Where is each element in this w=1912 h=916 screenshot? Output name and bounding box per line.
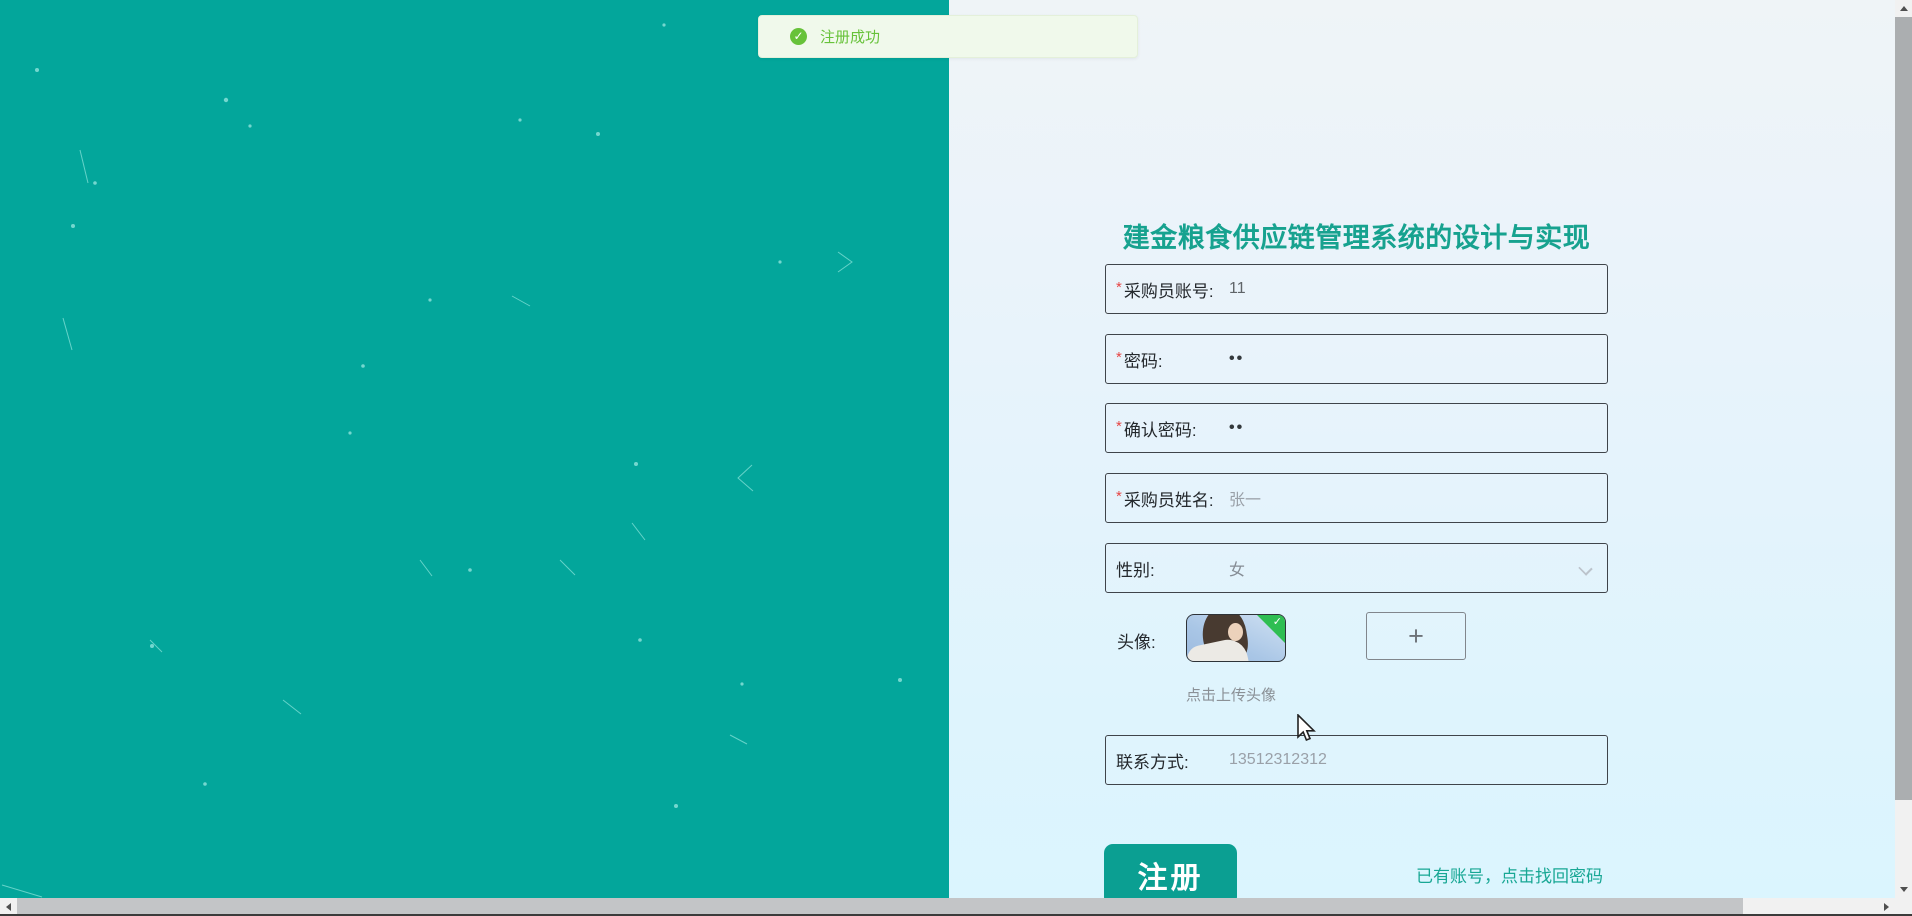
avatar-photo-face [1228, 623, 1243, 641]
success-check-icon: ✓ [790, 28, 807, 45]
field-gender-label: 性别: [1116, 560, 1155, 580]
scrollbar-corner [1895, 898, 1912, 915]
vertical-scrollbar[interactable] [1895, 0, 1912, 898]
field-name-value: 张一 [1229, 492, 1262, 509]
register-button[interactable]: 注册 [1104, 844, 1237, 906]
field-confirm-password-value: •• [1229, 419, 1245, 436]
plus-icon: + [1408, 620, 1424, 651]
scroll-up-button[interactable] [1895, 0, 1912, 17]
field-name[interactable]: * 采购员姓名: 张一 [1105, 473, 1608, 523]
required-marker: * [1116, 487, 1122, 505]
success-toast: ✓ 注册成功 [758, 15, 1138, 58]
field-confirm-password[interactable]: * 确认密码: •• [1105, 403, 1608, 453]
toast-message: 注册成功 [820, 29, 881, 46]
field-password[interactable]: * 密码: •• [1105, 334, 1608, 384]
required-marker: * [1116, 348, 1122, 366]
login-recover-link[interactable]: 已有账号，点击找回密码 [1416, 862, 1603, 887]
field-contact-label: 联系方式: [1116, 752, 1189, 772]
avatar-label: 头像: [1117, 633, 1156, 652]
upload-hint: 点击上传头像 [1186, 687, 1277, 704]
field-name-label: 采购员姓名: [1123, 490, 1214, 510]
page-title: 建金粮食供应链管理系统的设计与实现 [1122, 223, 1591, 253]
field-password-label: 密码: [1123, 351, 1163, 371]
scroll-down-button[interactable] [1895, 881, 1912, 898]
triangle-down-icon [1899, 887, 1908, 892]
scroll-left-button[interactable] [0, 898, 17, 915]
field-contact-value: 13512312312 [1229, 751, 1327, 768]
check-icon: ✓ [1272, 616, 1282, 628]
triangle-up-icon [1899, 6, 1908, 11]
particles-decoration [1, 23, 902, 898]
required-marker: * [1116, 417, 1122, 435]
field-gender-value: 女 [1229, 562, 1246, 579]
left-decor-panel [0, 0, 949, 898]
horizontal-scrollbar[interactable] [0, 898, 1895, 915]
field-account-value: 11 [1229, 280, 1246, 297]
field-account-label: 采购员账号: [1123, 281, 1214, 301]
avatar-preview[interactable]: ✓ [1186, 614, 1286, 662]
chevron-down-icon [1578, 561, 1593, 576]
avatar-upload-button[interactable]: + [1366, 612, 1466, 660]
triangle-right-icon [1884, 902, 1889, 911]
vertical-scrollbar-thumb[interactable] [1895, 17, 1912, 800]
required-marker: * [1116, 278, 1122, 296]
field-password-value: •• [1229, 350, 1245, 367]
field-confirm-password-label: 确认密码: [1123, 420, 1197, 440]
horizontal-scrollbar-thumb[interactable] [17, 898, 1743, 915]
field-account[interactable]: * 采购员账号: 11 [1105, 264, 1608, 314]
triangle-left-icon [6, 902, 11, 911]
field-gender-select[interactable]: 性别: 女 [1105, 543, 1608, 593]
field-contact[interactable]: 联系方式: 13512312312 [1105, 735, 1608, 785]
scroll-right-button[interactable] [1878, 898, 1895, 915]
